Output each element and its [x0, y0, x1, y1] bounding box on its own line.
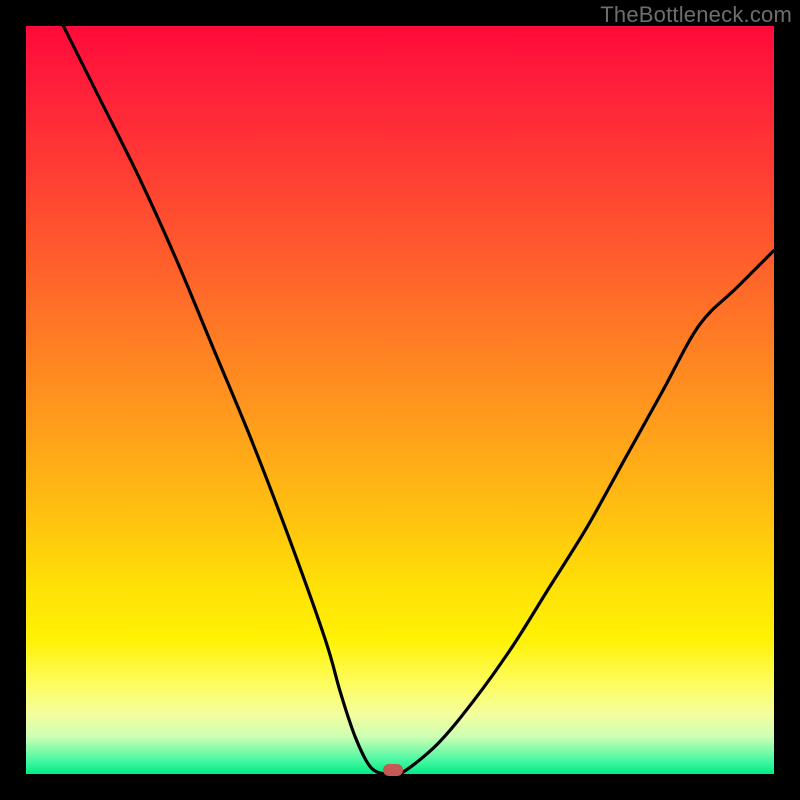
minimum-marker [383, 764, 403, 776]
watermark: TheBottleneck.com [600, 2, 792, 28]
plot-area [26, 26, 774, 774]
chart-frame: TheBottleneck.com [0, 0, 800, 800]
bottleneck-curve [26, 26, 774, 774]
